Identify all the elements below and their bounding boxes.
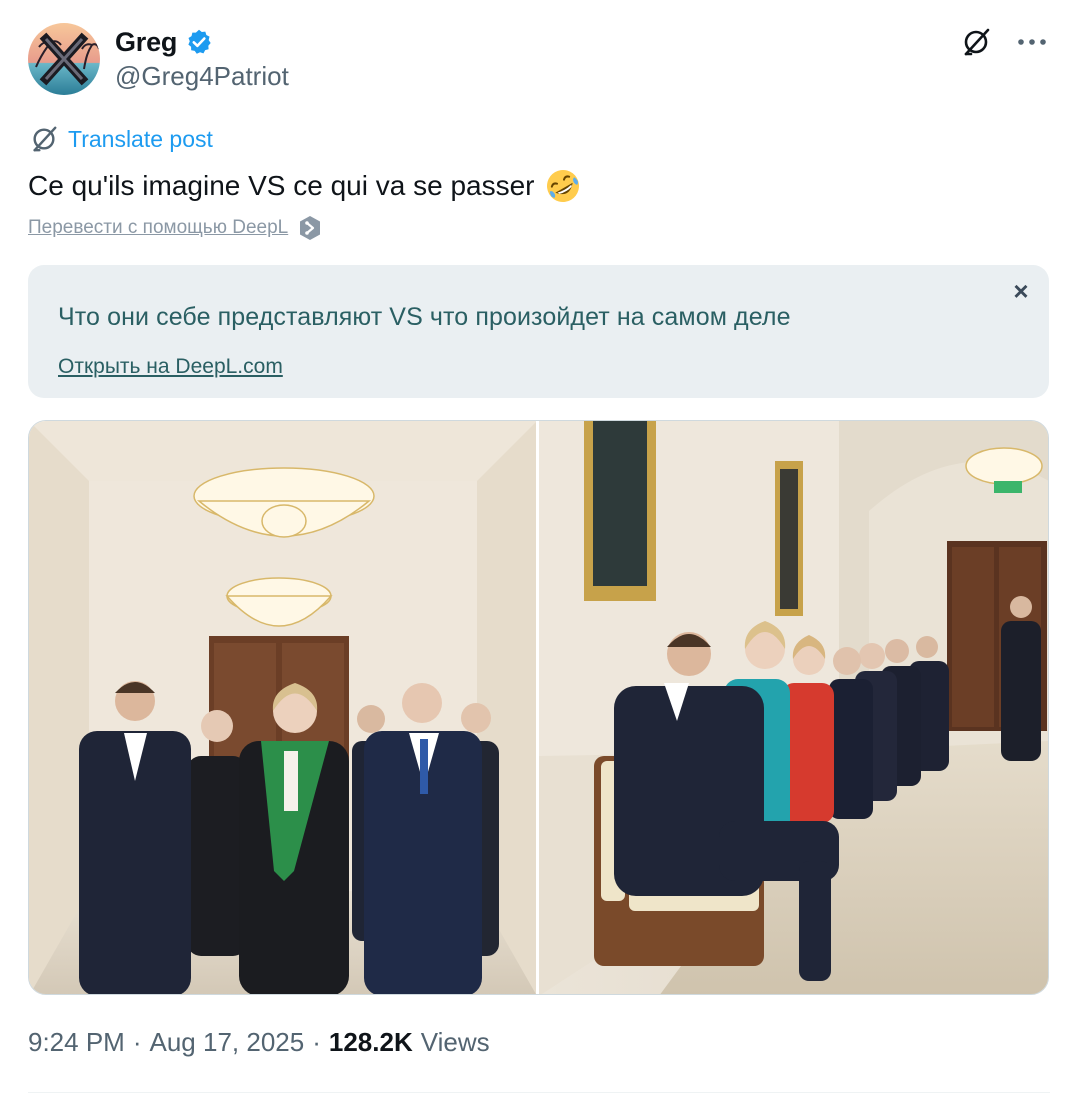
rolling-on-floor-laughing-emoji-icon (546, 170, 579, 202)
grok-icon (964, 28, 990, 56)
translate-post-label: Translate post (68, 125, 213, 152)
media-grid (28, 420, 1049, 995)
translate-icon (33, 126, 57, 152)
tweet-text: Ce qu'ils imagine VS ce qui va se passer (28, 168, 581, 204)
meta-separator: · (132, 1027, 142, 1057)
more-button[interactable] (1014, 24, 1050, 60)
tweet-time[interactable]: 9:24 PM (28, 1027, 125, 1058)
deepl-open-link[interactable]: Открыть на DeepL.com (58, 355, 283, 379)
author-name-row[interactable]: Greg (115, 24, 213, 60)
avatar-x-logo-palm-sunset-icon (28, 23, 100, 95)
deepl-close-button[interactable]: × (1007, 276, 1035, 306)
deepl-translate-row: Перевести с помощью DeepL (28, 215, 322, 241)
image-leaders-seated-waiting[interactable] (539, 421, 1048, 994)
tweet: Greg @Greg4Patriot Translate post Ce qu'… (0, 0, 1078, 1096)
tweet-meta: 9:24 PM · Aug 17, 2025 · 128.2K Views (28, 1027, 490, 1058)
views-count[interactable]: 128.2K (329, 1027, 413, 1058)
deepl-translate-link[interactable]: Перевести с помощью DeepL (28, 217, 288, 239)
display-name[interactable]: Greg (115, 27, 177, 58)
deepl-logo-icon (300, 216, 321, 240)
deepl-translation-text: Что они себе представляют VS что произой… (58, 303, 791, 331)
image-leaders-walking-hallway-picture (29, 421, 536, 994)
avatar[interactable] (28, 23, 100, 95)
divider (28, 1092, 1050, 1093)
image-leaders-walking-hallway[interactable] (29, 421, 536, 994)
tweet-text-content: Ce qu'ils imagine VS ce qui va se passer (28, 170, 535, 201)
meta-separator-2: · (312, 1027, 321, 1057)
translate-post-button[interactable]: Translate post (30, 125, 213, 153)
more-icon (1018, 39, 1046, 45)
deepl-translation-panel: × Что они себе представляют VS что произ… (28, 265, 1049, 398)
image-leaders-seated-waiting-picture (539, 421, 1048, 994)
header-actions (958, 24, 1050, 60)
grok-button[interactable] (958, 24, 994, 60)
verified-badge-icon (188, 29, 211, 54)
tweet-date[interactable]: Aug 17, 2025 (150, 1027, 305, 1058)
author-handle[interactable]: @Greg4Patriot (115, 61, 289, 92)
views-label[interactable]: Views (421, 1027, 490, 1058)
